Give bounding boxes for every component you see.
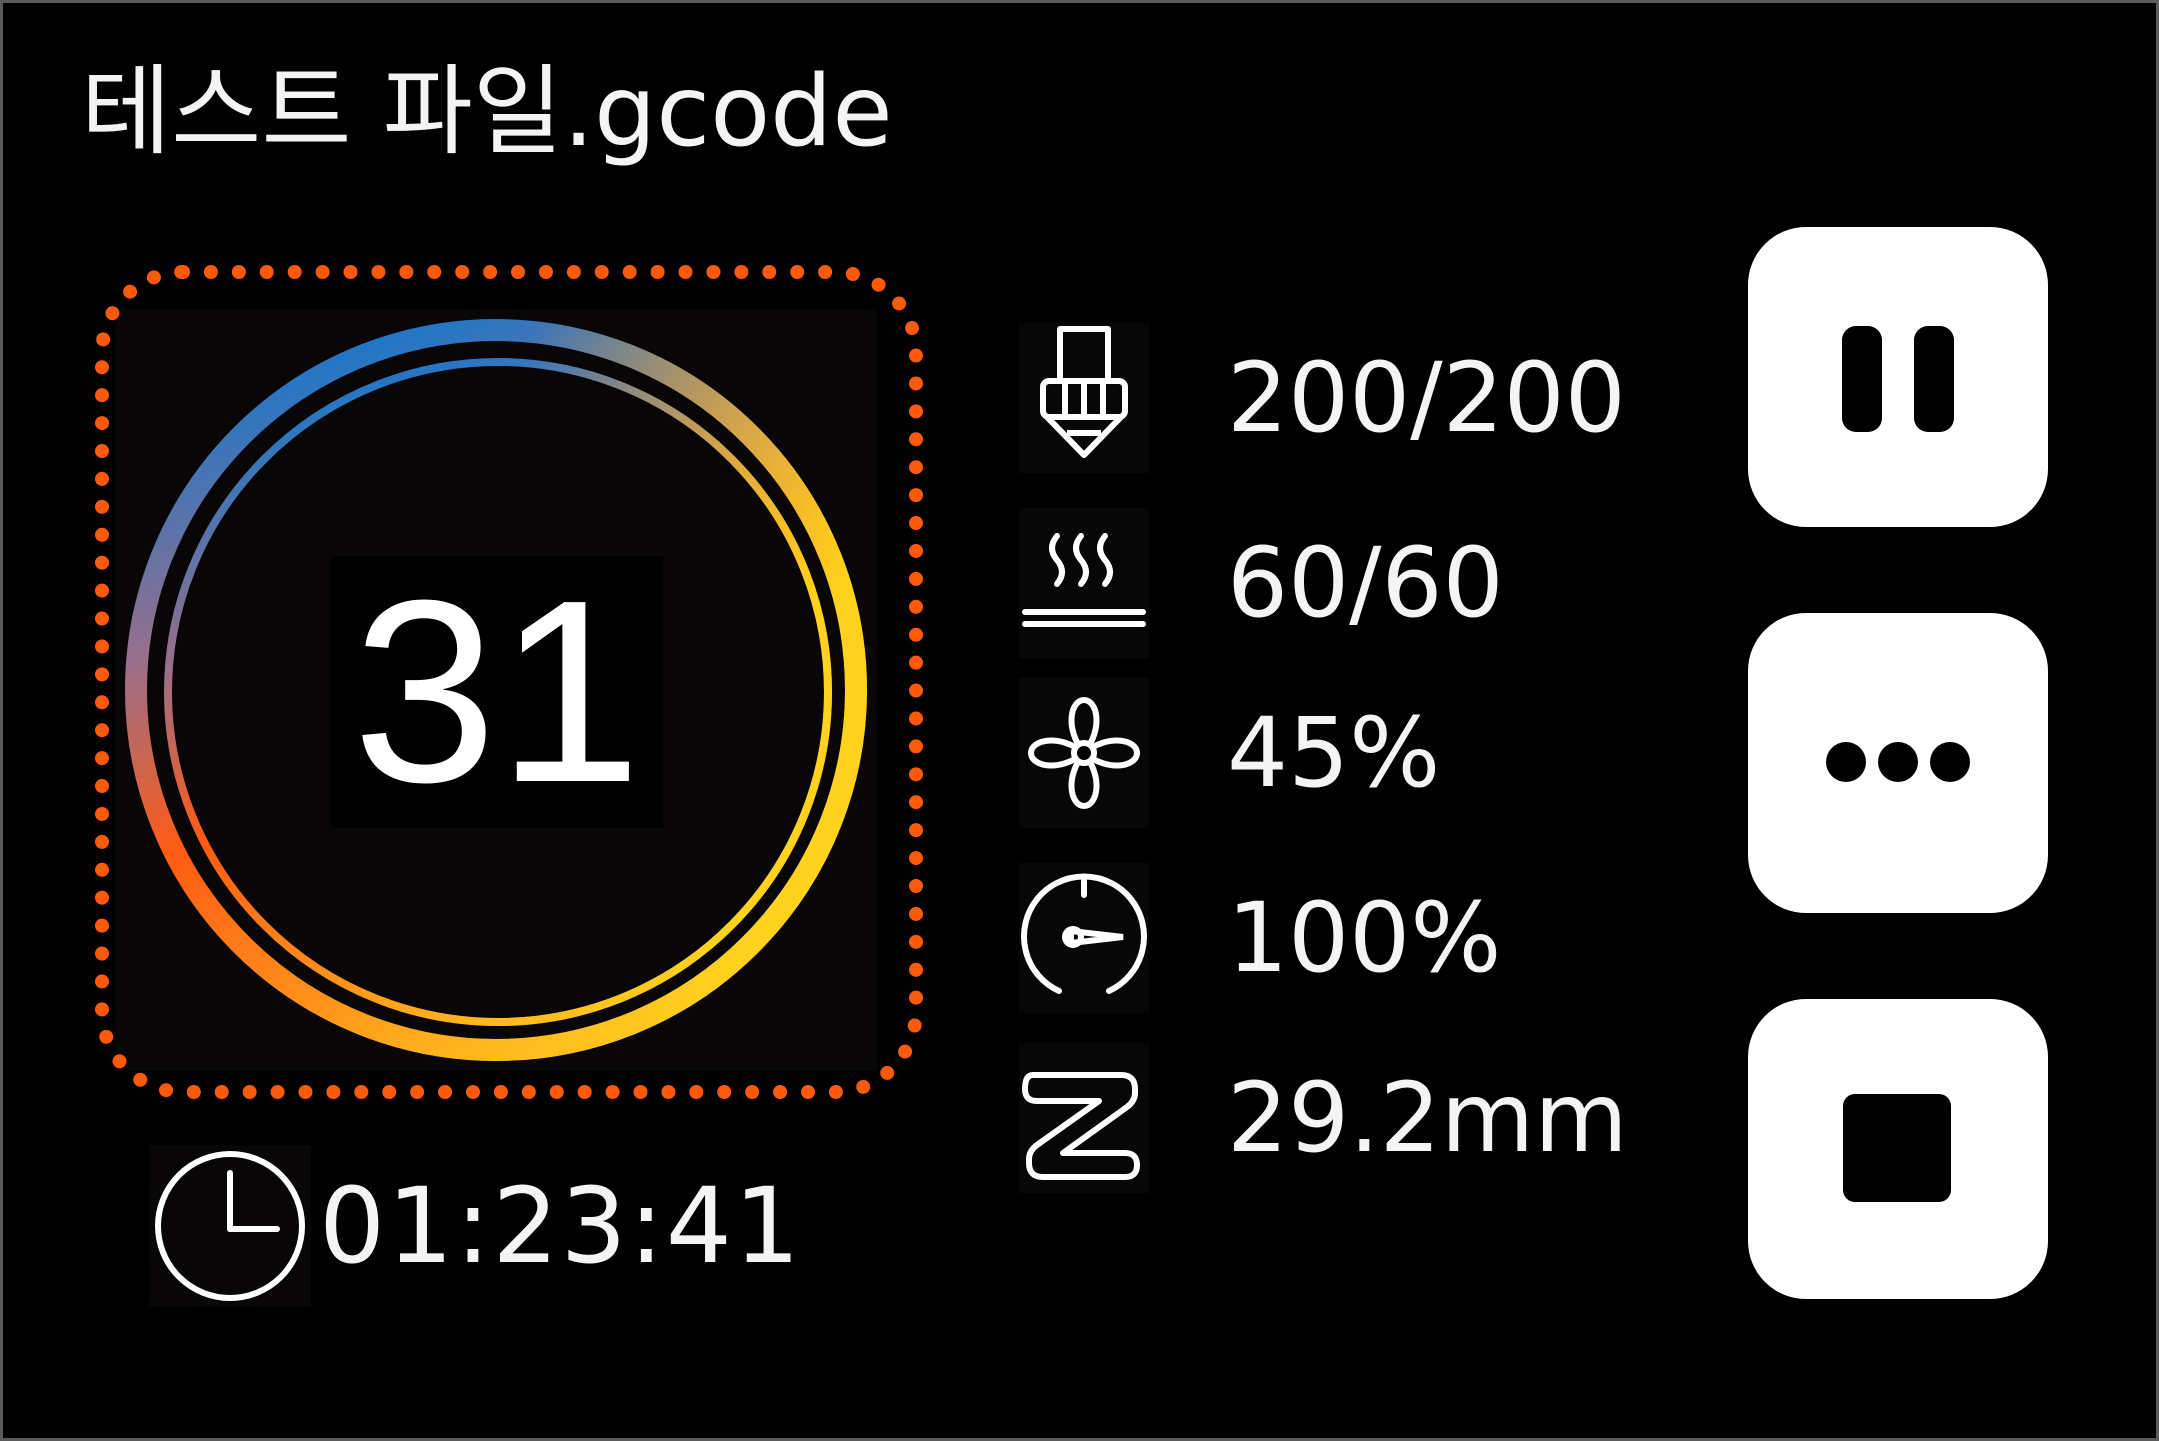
nozzle-icon [1019,323,1149,473]
more-icon [1748,612,2048,915]
fan-speed-value: 45% [1227,697,1441,809]
stop-button[interactable] [1748,999,2048,1299]
bed-temp-value: 60/60 [1227,527,1504,639]
nozzle-temp-row: 200/200 [1019,323,1675,473]
print-status-screen: 테스트 파일.gcode 31 01:23:41 200/200 60/60 4… [0,0,2159,1441]
nozzle-temp-value: 200/200 [1227,342,1626,454]
clock-icon [149,1145,311,1307]
bed-temp-row: 60/60 [1019,508,1675,658]
print-speed-value: 100% [1227,882,1502,994]
print-speed-row: 100% [1019,863,1675,1013]
progress-percent: 31 [352,547,642,837]
speedometer-icon [1019,863,1149,1013]
z-height-value: 29.2mm [1227,1062,1628,1174]
fan-speed-row: 45% [1019,678,1675,828]
z-height-row: 29.2mm [1019,1043,1675,1193]
elapsed-time: 01:23:41 [149,1145,802,1307]
stop-icon [1748,998,2048,1301]
more-options-button[interactable] [1748,613,2048,913]
pause-icon [1748,226,2048,529]
fan-icon [1019,678,1149,828]
file-name: 테스트 파일.gcode [81,55,893,169]
pause-button[interactable] [1748,227,2048,527]
elapsed-time-value: 01:23:41 [319,1165,803,1287]
progress-percent-box: 31 [331,556,663,828]
z-axis-icon [1019,1043,1149,1193]
heated-bed-icon [1019,508,1149,658]
